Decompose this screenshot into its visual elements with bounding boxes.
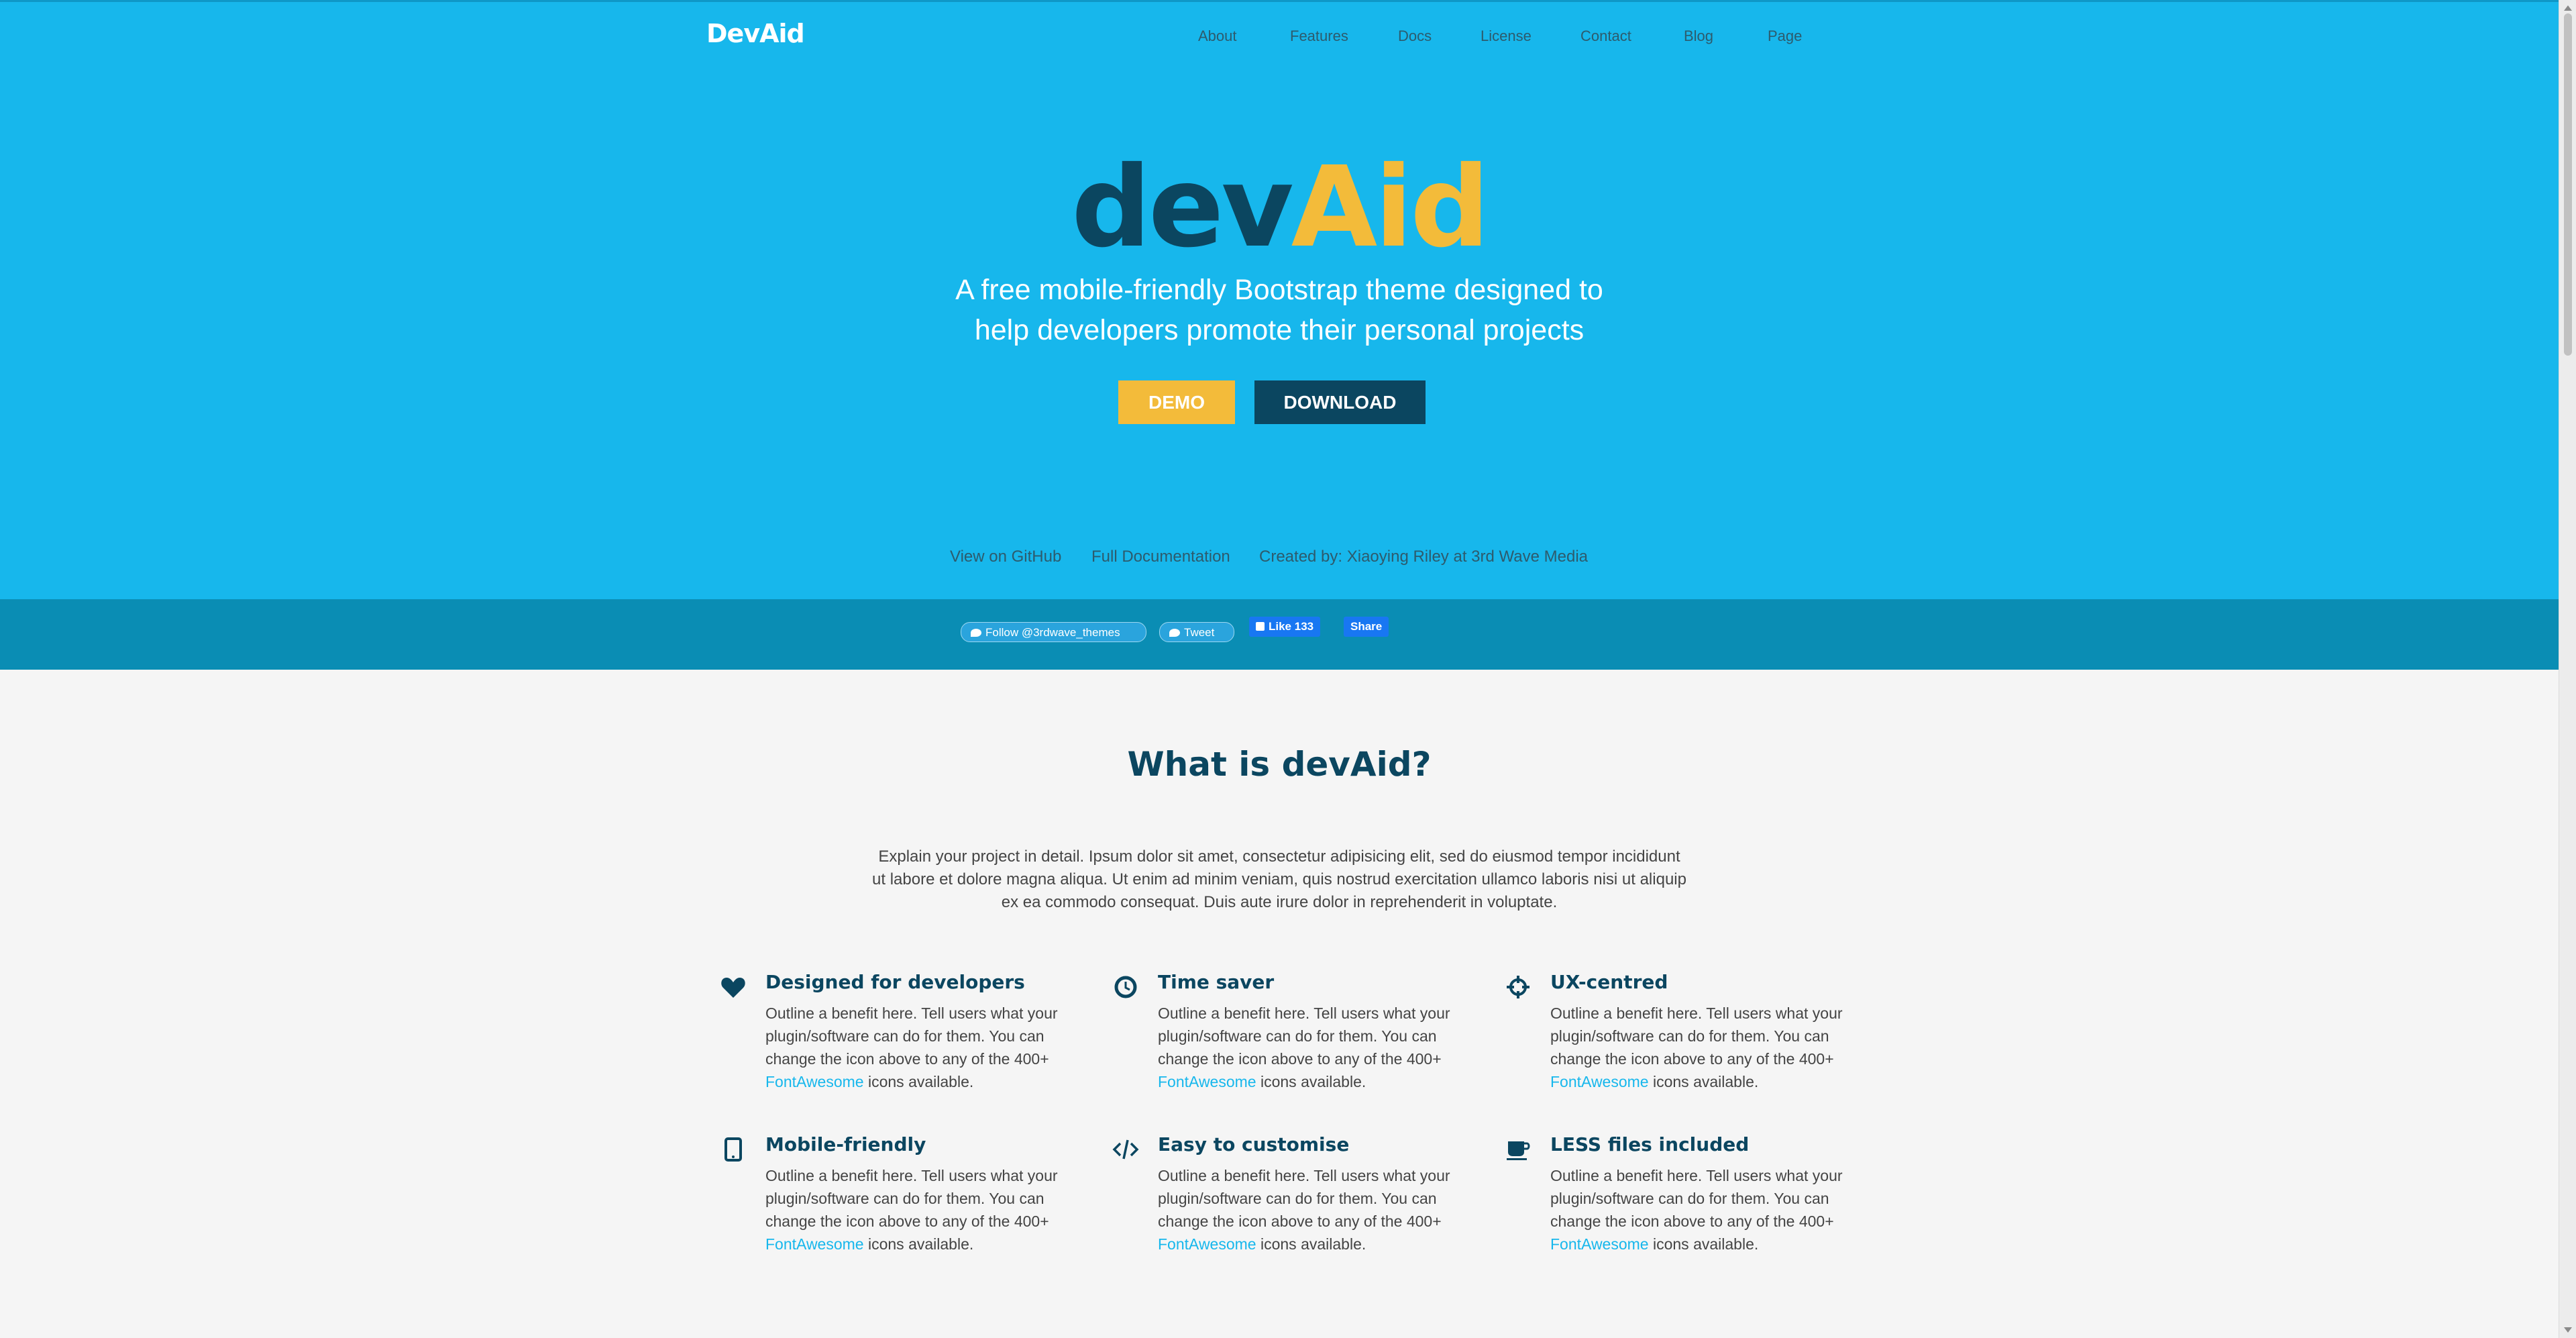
fontawesome-link[interactable]: FontAwesome	[1158, 1235, 1256, 1253]
facebook-like-label: Like 133	[1269, 620, 1314, 633]
feature-text: Outline a benefit here. Tell users what …	[765, 1164, 1067, 1255]
download-button[interactable]: Download	[1254, 380, 1426, 424]
nav-page[interactable]: Page	[1768, 28, 1802, 45]
vertical-scrollbar[interactable]	[2559, 0, 2576, 1338]
tablet-icon	[724, 1137, 742, 1162]
feature-text-part: Outline a benefit here. Tell users what …	[765, 1005, 1058, 1068]
hero-brand: devAid	[0, 141, 2559, 275]
brand-aid: Aid	[1291, 143, 1490, 272]
feature-text-part: icons available.	[1256, 1235, 1366, 1253]
feature-text-part: icons available.	[863, 1235, 974, 1253]
feature-text: Outline a benefit here. Tell users what …	[1158, 1002, 1460, 1093]
demo-button[interactable]: Demo	[1118, 380, 1235, 424]
twitter-bird-icon	[971, 629, 981, 637]
scroll-up-arrow-icon[interactable]	[2564, 5, 2572, 11]
fontawesome-link[interactable]: FontAwesome	[765, 1073, 864, 1090]
social-bar: Follow @3rdwave_themes Tweet Like 133 Sh…	[0, 599, 2559, 670]
feature-text: Outline a benefit here. Tell users what …	[1550, 1164, 1852, 1255]
heart-icon	[721, 978, 745, 998]
site-logo[interactable]: DevAid	[706, 19, 805, 48]
about-intro: Explain your project in detail. Ipsum do…	[872, 847, 1686, 911]
brand-dev: dev	[1071, 143, 1294, 272]
feature-text-part: Outline a benefit here. Tell users what …	[1550, 1005, 1843, 1068]
clock-icon	[1114, 976, 1137, 998]
github-link[interactable]: View on GitHub	[950, 548, 1061, 566]
tweet-label: Tweet	[1184, 626, 1215, 639]
feature-text-part: Outline a benefit here. Tell users what …	[1158, 1167, 1450, 1230]
nav-features[interactable]: Features	[1290, 28, 1348, 45]
scrollbar-thumb[interactable]	[2564, 13, 2572, 356]
feature-text: Outline a benefit here. Tell users what …	[1158, 1164, 1460, 1255]
nav-license[interactable]: License	[1481, 28, 1532, 45]
about-title: What is devAid?	[1127, 745, 1432, 784]
tweet-button[interactable]: Tweet	[1159, 622, 1234, 642]
feature-text-part: icons available.	[863, 1073, 974, 1090]
feature-text-part: Outline a benefit here. Tell users what …	[765, 1167, 1058, 1230]
coffee-icon	[1507, 1141, 1530, 1160]
code-icon	[1112, 1139, 1139, 1160]
fontawesome-link[interactable]: FontAwesome	[1158, 1073, 1256, 1090]
top-border	[0, 0, 2559, 2]
fontawesome-link[interactable]: FontAwesome	[765, 1235, 864, 1253]
hero-tagline: A free mobile-friendly Bootstrap theme d…	[955, 274, 1603, 346]
feature-title: Mobile-friendly	[765, 1133, 926, 1155]
thumbs-up-icon	[1256, 622, 1265, 631]
scroll-down-arrow-icon[interactable]	[2564, 1327, 2572, 1333]
facebook-share-button[interactable]: Share	[1344, 617, 1389, 637]
feature-title: Designed for developers	[765, 971, 1025, 993]
crosshairs-icon	[1507, 976, 1529, 998]
feature-title: Time saver	[1158, 971, 1275, 993]
feature-title: UX-centred	[1550, 971, 1668, 993]
hero-section: DevAid About Features Docs License Conta…	[0, 0, 2559, 599]
feature-text-part: icons available.	[1648, 1235, 1759, 1253]
twitter-follow-label: Follow @3rdwave_themes	[985, 626, 1120, 639]
twitter-bird-icon	[1169, 629, 1180, 637]
documentation-link[interactable]: Full Documentation	[1091, 548, 1230, 566]
feature-text-part: Outline a benefit here. Tell users what …	[1158, 1005, 1450, 1068]
feature-text: Outline a benefit here. Tell users what …	[1550, 1002, 1852, 1093]
feature-text-part: icons available.	[1256, 1073, 1366, 1090]
facebook-like-button[interactable]: Like 133	[1249, 617, 1321, 637]
nav-about[interactable]: About	[1198, 28, 1237, 45]
nav-blog[interactable]: Blog	[1684, 28, 1713, 45]
credit-link[interactable]: Created by: Xiaoying Riley at 3rd Wave M…	[1259, 548, 1588, 566]
feature-title: LESS files included	[1550, 1133, 1750, 1155]
feature-text: Outline a benefit here. Tell users what …	[765, 1002, 1067, 1093]
nav-docs[interactable]: Docs	[1398, 28, 1432, 45]
page: DevAid About Features Docs License Conta…	[0, 0, 2559, 1338]
feature-text-part: icons available.	[1648, 1073, 1759, 1090]
feature-text-part: Outline a benefit here. Tell users what …	[1550, 1167, 1843, 1230]
fontawesome-link[interactable]: FontAwesome	[1550, 1235, 1649, 1253]
nav-contact[interactable]: Contact	[1580, 28, 1631, 45]
feature-title: Easy to customise	[1158, 1133, 1350, 1155]
fontawesome-link[interactable]: FontAwesome	[1550, 1073, 1649, 1090]
twitter-follow-button[interactable]: Follow @3rdwave_themes	[961, 622, 1146, 642]
